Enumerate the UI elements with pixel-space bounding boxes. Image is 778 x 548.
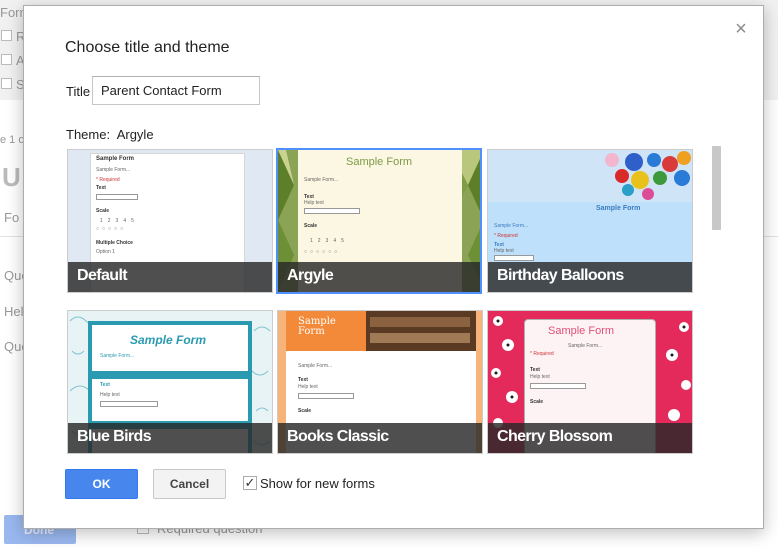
preview-heading: Sample Form xyxy=(96,156,135,162)
bg-checkbox xyxy=(1,54,12,65)
preview-textbox xyxy=(530,383,586,389)
preview-option: Option 1 xyxy=(96,249,115,255)
preview-subheading: Sample Form... xyxy=(568,343,603,349)
bg-text-fo: Fo xyxy=(4,210,20,225)
theme-tile-argyle[interactable]: Sample Form Sample Form... Text Help tex… xyxy=(276,148,482,294)
preview-scale-label: Scale xyxy=(96,208,110,214)
preview-textbox xyxy=(494,255,534,261)
preview-subheading: Sample Form... xyxy=(298,363,333,369)
preview-help: Help text xyxy=(100,392,120,398)
theme-caption: Cherry Blossom xyxy=(488,423,692,453)
theme-prefix: Theme: xyxy=(66,127,111,142)
preview-required: * Required xyxy=(494,233,518,239)
preview-help: Help text xyxy=(530,374,550,380)
preview-textbox xyxy=(96,194,138,200)
theme-caption: Default xyxy=(68,262,272,292)
preview-heading: Sample Form xyxy=(130,333,207,347)
bg-checkbox xyxy=(1,78,12,89)
theme-grid: Sample Form Sample Form... * Required Te… xyxy=(67,148,707,454)
close-icon[interactable]: × xyxy=(732,19,750,39)
preview-textbox xyxy=(100,401,158,407)
preview-subheading: Sample Form... xyxy=(494,223,529,229)
preview-help: Help text xyxy=(304,200,324,206)
preview-heading: Sample Form xyxy=(346,156,413,168)
theme-caption: Books Classic xyxy=(278,423,482,453)
theme-scrollbar[interactable] xyxy=(712,146,721,230)
title-label: Title xyxy=(66,84,91,99)
bg-text-help: Hel xyxy=(4,304,24,319)
theme-tile-default[interactable]: Sample Form Sample Form... * Required Te… xyxy=(67,149,273,293)
preview-subheading: Sample Form... xyxy=(304,177,339,183)
dialog-title: Choose title and theme xyxy=(65,39,230,56)
preview-help: Help text xyxy=(298,384,318,390)
ok-button[interactable]: OK xyxy=(65,469,138,499)
preview-help: Help text xyxy=(494,248,514,254)
preview-heading: Sample Form xyxy=(596,205,641,212)
title-input[interactable] xyxy=(92,76,260,105)
preview-required: * Required xyxy=(530,351,554,357)
preview-required: * Required xyxy=(96,177,120,183)
theme-dialog: Choose title and theme × Title Theme: Ar… xyxy=(23,5,764,529)
bg-checkbox xyxy=(1,30,12,41)
preview-text-label: Text xyxy=(100,382,110,388)
preview-text-label: Text xyxy=(530,367,540,373)
preview-scale-label: Scale xyxy=(304,223,318,229)
theme-tile-birthday-balloons[interactable]: Sample Form Sample Form... * Required Te… xyxy=(487,149,693,293)
preview-heading: Sample Form xyxy=(298,316,336,337)
theme-caption: Birthday Balloons xyxy=(488,262,692,292)
theme-label: Theme: Argyle xyxy=(66,127,154,142)
bg-form-title: U xyxy=(2,162,21,192)
theme-tile-blue-birds[interactable]: Sample Form Sample Form... Text Help tex… xyxy=(67,310,273,454)
cancel-button[interactable]: Cancel xyxy=(153,469,226,499)
preview-text-label: Text xyxy=(96,185,106,191)
preview-scale-label: Scale xyxy=(530,399,544,405)
theme-tile-books-classic[interactable]: Sample Form Sample Form... Text Help tex… xyxy=(277,310,483,454)
show-for-new-forms-label[interactable]: Show for new forms xyxy=(260,476,375,491)
show-for-new-forms-checkbox[interactable]: ✓ xyxy=(243,476,257,490)
preview-scale-label: Scale xyxy=(298,408,312,414)
theme-tile-cherry-blossom[interactable]: Sample Form Sample Form... * Required Te… xyxy=(487,310,693,454)
preview-mc-label: Multiple Choice xyxy=(96,240,133,246)
preview-subheading: Sample Form... xyxy=(96,167,131,173)
preview-heading: Sample Form xyxy=(548,325,615,337)
bg-text-page: e 1 o xyxy=(0,134,25,146)
theme-current-value: Argyle xyxy=(116,127,154,142)
theme-caption: Blue Birds xyxy=(68,423,272,453)
preview-textbox xyxy=(298,393,354,399)
theme-caption: Argyle xyxy=(278,262,480,292)
preview-textbox xyxy=(304,208,360,214)
preview-text-label: Text xyxy=(298,377,308,383)
preview-subheading: Sample Form... xyxy=(100,353,135,359)
